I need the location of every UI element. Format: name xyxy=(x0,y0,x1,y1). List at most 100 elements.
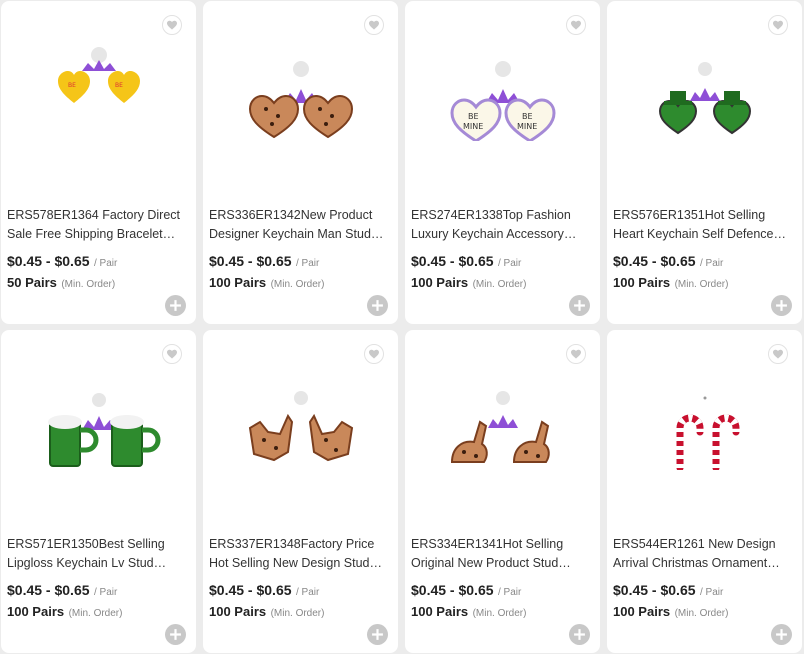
price-unit: / Pair xyxy=(497,258,522,269)
svg-text:BE: BE xyxy=(468,112,479,121)
add-plus-icon[interactable] xyxy=(165,295,186,316)
min-order-qty: 100 Pairs xyxy=(411,604,469,619)
earrings-leopard-hearts-icon xyxy=(248,61,353,139)
earrings-be-mine-hearts-icon: BE MINE BE MINE xyxy=(449,61,556,141)
add-plus-icon[interactable] xyxy=(569,624,590,645)
price: $0.45 - $0.65 xyxy=(209,582,292,598)
min-order-label: (Min. Order) xyxy=(674,279,729,290)
add-plus-icon[interactable] xyxy=(367,295,388,316)
price: $0.45 - $0.65 xyxy=(209,253,292,269)
min-order-qty: 100 Pairs xyxy=(209,275,267,290)
price: $0.45 - $0.65 xyxy=(411,253,494,269)
earrings-green-hat-hearts-icon xyxy=(658,62,751,135)
add-plus-icon[interactable] xyxy=(165,624,186,645)
product-title[interactable]: ERS337ER1348Factory Price Hot Selling Ne… xyxy=(209,535,390,572)
min-order-label: (Min. Order) xyxy=(472,608,527,619)
product-card[interactable]: ERS576ER1351Hot Selling Heart Keychain S… xyxy=(607,1,802,324)
product-grid: BE BE ERS578ER1364 Factory Direct Sale F… xyxy=(0,0,804,654)
earrings-leopard-bunnies-icon xyxy=(450,391,550,463)
product-card[interactable]: ERS571ER1350Best Selling Lipgloss Keycha… xyxy=(1,330,196,653)
product-card[interactable]: ERS336ER1342New Product Designer Keychai… xyxy=(203,1,398,324)
price-unit: / Pair xyxy=(699,587,724,598)
favorite-heart-icon[interactable] xyxy=(566,344,586,364)
product-title[interactable]: ERS544ER1261 New Design Arrival Christma… xyxy=(613,535,794,572)
price: $0.45 - $0.65 xyxy=(411,582,494,598)
product-title[interactable]: ERS571ER1350Best Selling Lipgloss Keycha… xyxy=(7,535,188,572)
min-order-label: (Min. Order) xyxy=(270,279,325,290)
earrings-green-mugs-icon xyxy=(47,393,160,467)
min-order-label: (Min. Order) xyxy=(270,608,325,619)
price-unit: / Pair xyxy=(93,587,118,598)
price-row: $0.45 - $0.65 / Pair xyxy=(613,582,723,600)
add-plus-icon[interactable] xyxy=(367,624,388,645)
min-order-qty: 50 Pairs xyxy=(7,275,57,290)
favorite-heart-icon[interactable] xyxy=(364,344,384,364)
price: $0.45 - $0.65 xyxy=(613,582,696,598)
svg-text:BE: BE xyxy=(522,112,533,121)
min-order-label: (Min. Order) xyxy=(61,279,116,290)
product-image[interactable] xyxy=(203,370,398,490)
product-card[interactable]: ERS334ER1341Hot Selling Original New Pro… xyxy=(405,330,600,653)
price-row: $0.45 - $0.65 / Pair xyxy=(209,253,319,271)
product-title[interactable]: ERS578ER1364 Factory Direct Sale Free Sh… xyxy=(7,206,188,243)
product-image[interactable]: BE MINE BE MINE xyxy=(405,41,600,161)
earrings-yellow-hearts-icon: BE BE xyxy=(57,47,140,103)
moq-row: 100 Pairs (Min. Order) xyxy=(209,274,324,292)
moq-row: 100 Pairs (Min. Order) xyxy=(7,603,122,621)
favorite-heart-icon[interactable] xyxy=(364,15,384,35)
price: $0.45 - $0.65 xyxy=(7,582,90,598)
min-order-label: (Min. Order) xyxy=(68,608,123,619)
product-image[interactable] xyxy=(607,41,802,161)
moq-row: 100 Pairs (Min. Order) xyxy=(209,603,324,621)
price-row: $0.45 - $0.65 / Pair xyxy=(7,582,117,600)
price-row: $0.45 - $0.65 / Pair xyxy=(411,582,521,600)
product-card[interactable]: BE MINE BE MINE ERS274ER1338Top Fashion … xyxy=(405,1,600,324)
product-image[interactable] xyxy=(607,370,802,490)
price-row: $0.45 - $0.65 / Pair xyxy=(7,253,117,271)
favorite-heart-icon[interactable] xyxy=(162,344,182,364)
product-card[interactable]: ERS337ER1348Factory Price Hot Selling Ne… xyxy=(203,330,398,653)
product-image[interactable] xyxy=(405,370,600,490)
price-unit: / Pair xyxy=(497,587,522,598)
price: $0.45 - $0.65 xyxy=(613,253,696,269)
product-image[interactable] xyxy=(1,370,196,490)
add-plus-icon[interactable] xyxy=(569,295,590,316)
product-card[interactable]: BE BE ERS578ER1364 Factory Direct Sale F… xyxy=(1,1,196,324)
min-order-qty: 100 Pairs xyxy=(411,275,469,290)
price-unit: / Pair xyxy=(295,587,320,598)
favorite-heart-icon[interactable] xyxy=(768,15,788,35)
price-unit: / Pair xyxy=(295,258,320,269)
add-plus-icon[interactable] xyxy=(771,295,792,316)
product-card[interactable]: ERS544ER1261 New Design Arrival Christma… xyxy=(607,330,802,653)
min-order-qty: 100 Pairs xyxy=(7,604,65,619)
svg-text:BE: BE xyxy=(68,82,76,89)
moq-row: 100 Pairs (Min. Order) xyxy=(613,603,728,621)
moq-row: 100 Pairs (Min. Order) xyxy=(411,274,526,292)
price-row: $0.45 - $0.65 / Pair xyxy=(411,253,521,271)
min-order-label: (Min. Order) xyxy=(472,279,527,290)
product-title[interactable]: ERS336ER1342New Product Designer Keychai… xyxy=(209,206,390,243)
min-order-label: (Min. Order) xyxy=(674,608,729,619)
favorite-heart-icon[interactable] xyxy=(566,15,586,35)
min-order-qty: 100 Pairs xyxy=(613,275,671,290)
svg-text:MINE: MINE xyxy=(517,122,537,131)
product-image[interactable] xyxy=(203,41,398,161)
add-plus-icon[interactable] xyxy=(771,624,792,645)
product-title[interactable]: ERS576ER1351Hot Selling Heart Keychain S… xyxy=(613,206,794,243)
svg-text:MINE: MINE xyxy=(463,122,483,131)
price-row: $0.45 - $0.65 / Pair xyxy=(613,253,723,271)
svg-text:BE: BE xyxy=(115,82,123,89)
moq-row: 100 Pairs (Min. Order) xyxy=(411,603,526,621)
favorite-heart-icon[interactable] xyxy=(162,15,182,35)
moq-row: 100 Pairs (Min. Order) xyxy=(613,274,728,292)
min-order-qty: 100 Pairs xyxy=(209,604,267,619)
product-image[interactable]: BE BE xyxy=(1,41,196,161)
earrings-candy-canes-icon xyxy=(676,396,739,470)
favorite-heart-icon[interactable] xyxy=(768,344,788,364)
price: $0.45 - $0.65 xyxy=(7,253,90,269)
product-title[interactable]: ERS274ER1338Top Fashion Luxury Keychain … xyxy=(411,206,592,243)
price-unit: / Pair xyxy=(699,258,724,269)
product-title[interactable]: ERS334ER1341Hot Selling Original New Pro… xyxy=(411,535,592,572)
earrings-leopard-chickens-icon xyxy=(248,391,353,462)
price-row: $0.45 - $0.65 / Pair xyxy=(209,582,319,600)
